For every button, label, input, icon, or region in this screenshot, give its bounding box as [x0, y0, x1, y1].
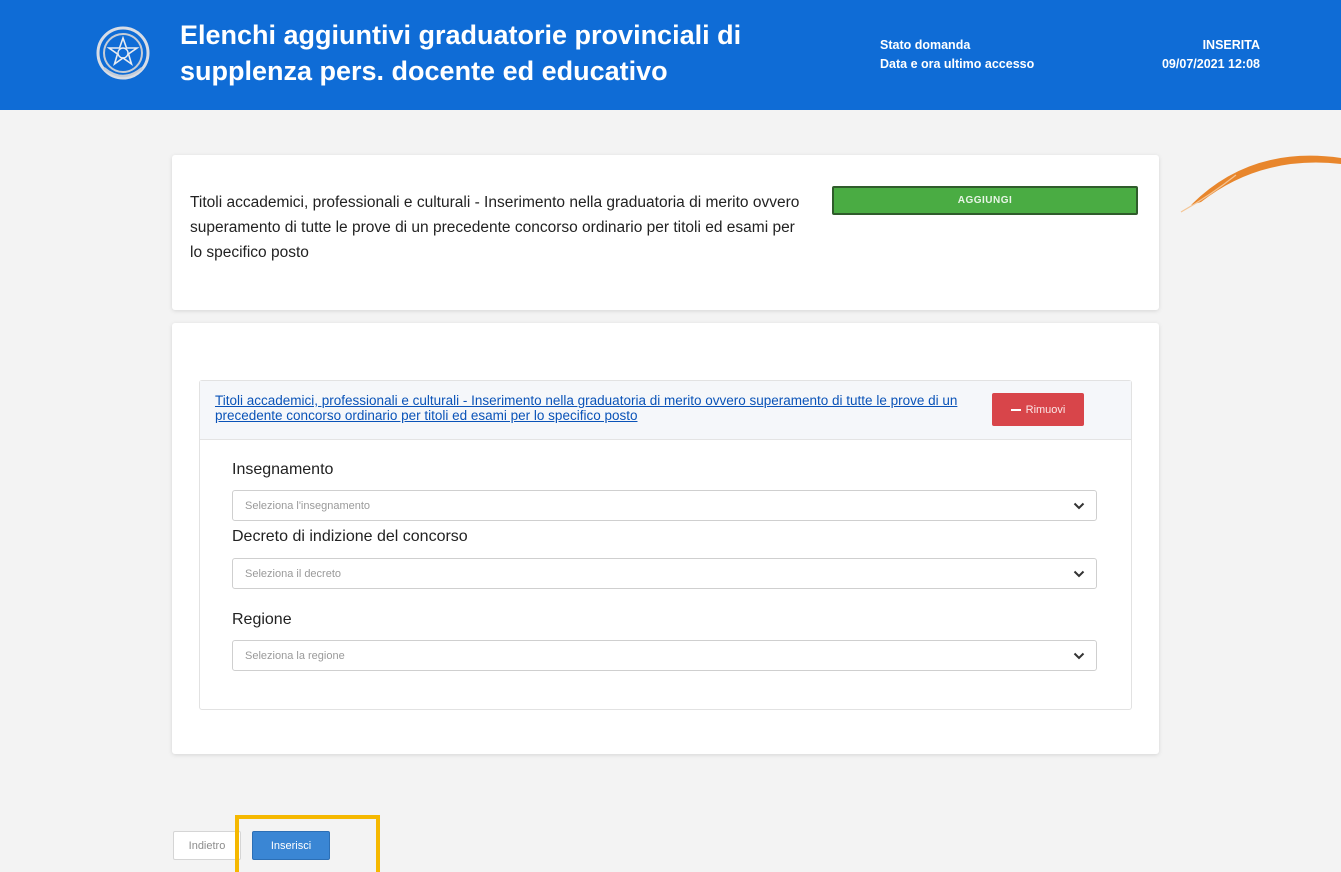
remove-button[interactable]: Rimuovi: [992, 393, 1084, 426]
chevron-down-icon: [1073, 570, 1085, 578]
status-label: Stato domanda: [880, 38, 971, 52]
insegnamento-label: Insegnamento: [232, 461, 334, 478]
regione-label: Regione: [232, 611, 292, 628]
add-title-card: Titoli accademici, professionali e cultu…: [172, 155, 1159, 310]
page-title-line1: Elenchi aggiuntivi graduatorie provincia…: [180, 20, 742, 50]
last-access-value: 09/07/2021 12:08: [1161, 57, 1260, 71]
add-button[interactable]: AGGIUNGI: [832, 186, 1138, 215]
highlight-frame: [235, 815, 380, 872]
status-values: INSERITA 09/07/2021 12:08: [1162, 36, 1260, 74]
remove-button-label: Rimuovi: [1025, 403, 1066, 416]
back-button[interactable]: Indietro: [173, 831, 241, 860]
regione-select[interactable]: Seleziona la regione: [232, 640, 1097, 671]
page-title-line2: supplenza pers. docente ed educativo: [180, 56, 668, 86]
status-labels: Stato domanda Data e ora ultimo accesso: [880, 36, 1034, 74]
regione-placeholder: Seleziona la regione: [245, 650, 345, 662]
last-access-label: Data e ora ultimo accesso: [880, 57, 1035, 71]
title-entry-panel: Titoli accademici, professionali e cultu…: [199, 380, 1132, 710]
page-title: Elenchi aggiuntivi graduatorie provincia…: [180, 17, 820, 89]
title-form-card: Titoli accademici, professionali e cultu…: [172, 323, 1159, 754]
minus-icon: [1010, 408, 1021, 411]
title-entry-link[interactable]: Titoli accademici, professionali e cultu…: [215, 393, 965, 423]
decreto-placeholder: Seleziona il decreto: [245, 568, 342, 580]
decreto-label: Decreto di indizione del concorso: [232, 528, 468, 545]
title-category-description: Titoli accademici, professionali e cultu…: [190, 194, 800, 261]
chevron-down-icon: [1073, 652, 1085, 660]
chevron-down-icon: [1073, 502, 1085, 510]
decreto-select[interactable]: Seleziona il decreto: [232, 558, 1097, 589]
decorative-swoosh: [1180, 155, 1341, 213]
insegnamento-placeholder: Seleziona l'insegnamento: [245, 500, 371, 512]
italian-republic-emblem-icon: [96, 26, 150, 80]
status-value: INSERITA: [1202, 38, 1260, 52]
title-entry-header: Titoli accademici, professionali e cultu…: [200, 381, 1131, 440]
insegnamento-select[interactable]: Seleziona l'insegnamento: [232, 490, 1097, 521]
app-header: Elenchi aggiuntivi graduatorie provincia…: [0, 0, 1341, 110]
